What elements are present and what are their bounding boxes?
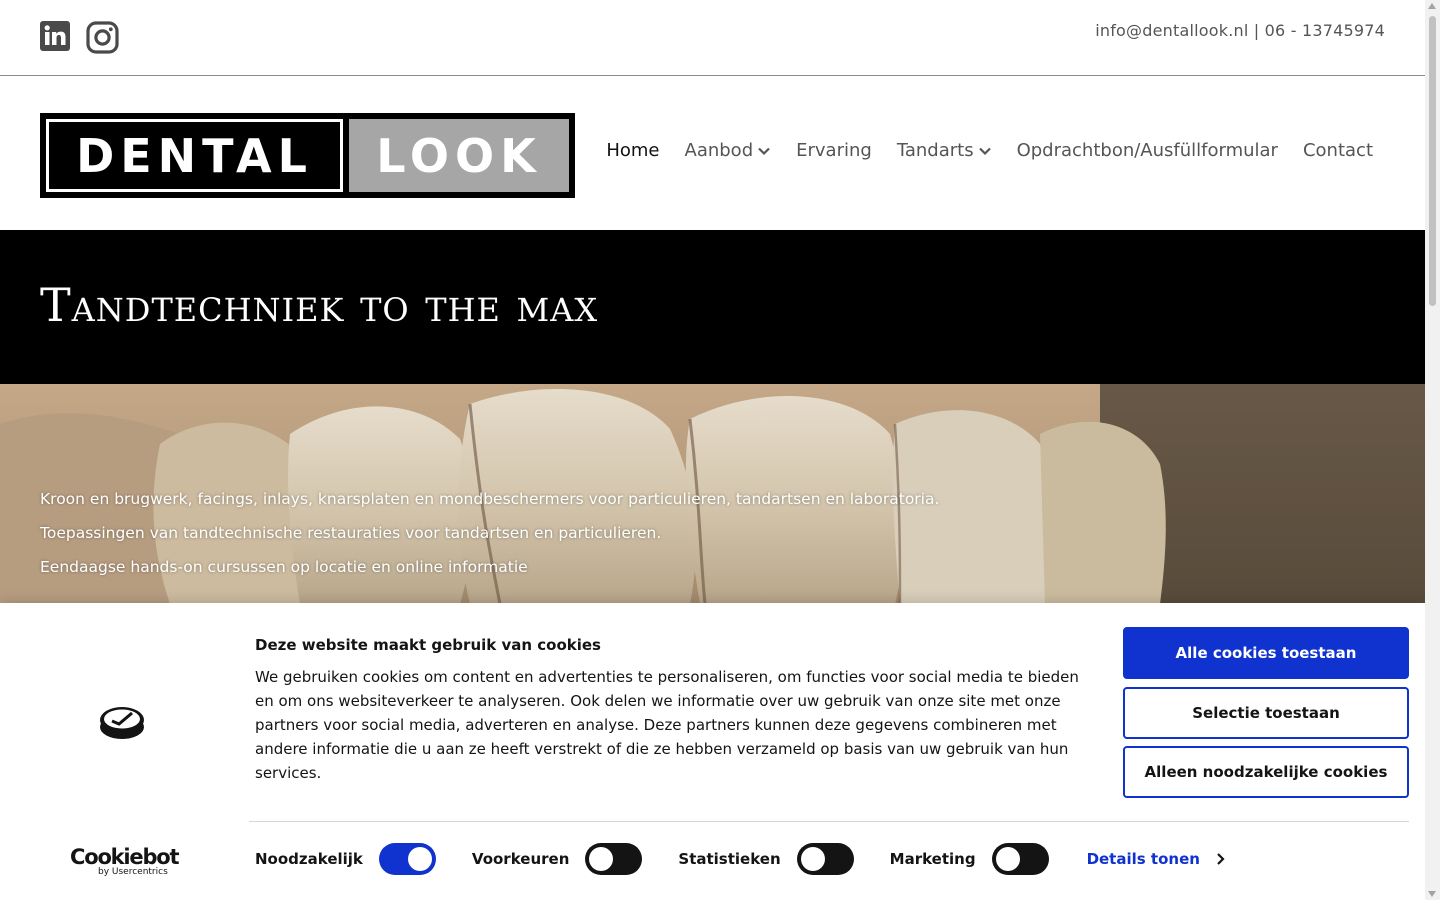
toggle-marketing: Marketing [890, 843, 1049, 875]
instagram-icon[interactable] [86, 21, 119, 54]
cookiebot-subtitle: by Usercentrics [98, 867, 168, 877]
hero-line: Eendaagse hands-on cursussen op locatie … [40, 558, 528, 576]
scroll-down-icon[interactable] [1428, 891, 1436, 897]
logo-text-left: DENTAL [76, 128, 313, 183]
toggle-label: Voorkeuren [471, 850, 570, 868]
hero-text-lines: Kroon en brugwerk, facings, inlays, knar… [40, 490, 939, 592]
toggle-label: Noodzakelijk [255, 850, 363, 868]
scroll-up-icon[interactable] [1428, 3, 1436, 9]
hero-line: Kroon en brugwerk, facings, inlays, knar… [40, 490, 940, 508]
nav-label: Aanbod [684, 140, 754, 161]
preferences-switch[interactable] [585, 843, 643, 875]
toggle-preferences: Voorkeuren [471, 843, 643, 875]
chevron-right-icon [1217, 853, 1225, 865]
toggle-statistics: Statistieken [678, 843, 854, 875]
page-scrollbar[interactable] [1425, 0, 1440, 900]
cookiebot-wordmark: Cookiebot [70, 845, 180, 869]
cookie-toggles: Noodzakelijk Voorkeuren Statistieken Mar… [255, 843, 1226, 875]
contact-separator: | [1253, 21, 1260, 40]
toggle-label: Statistieken [678, 850, 781, 868]
site-header: DENTAL LOOK Home Aanbod Ervaring Tandart… [0, 76, 1425, 230]
show-details-link[interactable]: Details tonen [1087, 850, 1226, 868]
nav-item-ervaring[interactable]: Ervaring [796, 140, 872, 161]
necessary-only-button[interactable]: Alleen noodzakelijke cookies [1123, 746, 1409, 798]
nav-label: Ervaring [796, 140, 872, 161]
email-link[interactable]: info@dentallook.nl [1095, 21, 1248, 40]
nav-item-contact[interactable]: Contact [1303, 140, 1373, 161]
hero-line: Toepassingen van tandtechnische restaura… [40, 524, 662, 542]
details-label: Details tonen [1086, 850, 1200, 868]
nav-label: Contact [1302, 140, 1373, 161]
cookiebot-brand[interactable]: Cookiebot by Usercentrics [70, 845, 180, 877]
statistics-switch[interactable] [796, 843, 854, 875]
nav-item-opdrachtbon[interactable]: Opdrachtbon/Ausfüllformular [1017, 140, 1278, 161]
nav-label: Tandarts [896, 140, 974, 161]
logo-text-right: LOOK [376, 128, 542, 183]
site-logo[interactable]: DENTAL LOOK [40, 113, 575, 198]
cookie-consent-icon [100, 707, 144, 739]
nav-label: Home [606, 140, 660, 161]
scrollbar-thumb[interactable] [1429, 16, 1436, 306]
logo-right-block: LOOK [349, 119, 569, 192]
main-nav: Home Aanbod Ervaring Tandarts Opdrachtbo… [581, 140, 1373, 161]
hero-heading: Tandtechniek to the max [40, 278, 599, 332]
chevron-down-icon [758, 147, 770, 155]
logo-left-block: DENTAL [46, 119, 343, 192]
toggle-label: Marketing [889, 850, 976, 868]
social-links [40, 21, 119, 54]
necessary-switch[interactable] [378, 843, 436, 875]
marketing-switch[interactable] [991, 843, 1049, 875]
cookie-banner: Cookiebot by Usercentrics Deze website m… [0, 603, 1425, 900]
nav-item-tandarts[interactable]: Tandarts [897, 140, 992, 161]
nav-item-home[interactable]: Home [606, 140, 659, 161]
contact-info: info@dentallook.nl | 06 - 13745974 [1095, 21, 1385, 40]
allow-all-cookies-button[interactable]: Alle cookies toestaan [1123, 627, 1409, 679]
nav-item-aanbod[interactable]: Aanbod [685, 140, 772, 161]
cookie-description: We gebruiken cookies om content en adver… [255, 668, 1079, 782]
hero-image: Kroon en brugwerk, facings, inlays, knar… [0, 384, 1425, 604]
chevron-down-icon [978, 147, 991, 155]
allow-selection-button[interactable]: Selectie toestaan [1123, 687, 1409, 739]
hero-title-band: Tandtechniek to the max [0, 230, 1425, 384]
top-bar: info@dentallook.nl | 06 - 13745974 [0, 0, 1425, 76]
cookie-title: Deze website maakt gebruik van cookies [255, 636, 601, 654]
phone-link[interactable]: 06 - 13745974 [1265, 21, 1385, 40]
linkedin-icon[interactable] [40, 21, 72, 53]
cookie-divider [249, 821, 1409, 822]
toggle-necessary: Noodzakelijk [255, 843, 436, 875]
nav-label: Opdrachtbon/Ausfüllformular [1016, 140, 1278, 161]
